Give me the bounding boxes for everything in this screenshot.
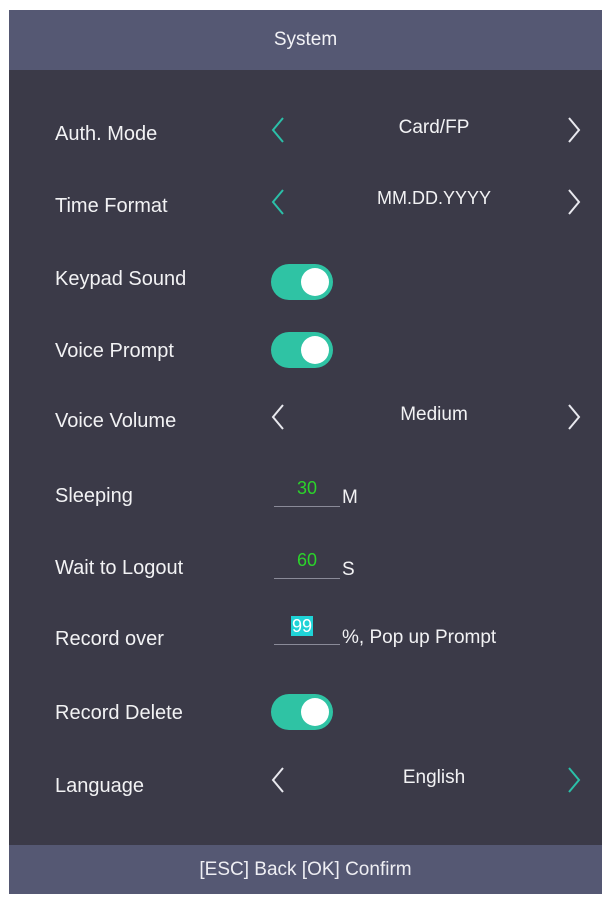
chevron-left-icon[interactable] xyxy=(269,402,287,432)
wait-logout-input[interactable]: 60 xyxy=(274,550,340,579)
record-delete-label: Record Delete xyxy=(55,702,183,724)
wait-logout-label: Wait to Logout xyxy=(55,557,184,579)
row-auth-mode[interactable]: Auth. Mode Card/FP xyxy=(9,115,602,155)
wait-logout-unit: S xyxy=(342,559,355,580)
header-bar: System xyxy=(9,10,602,70)
footer-bar: [ESC] Back [OK] Confirm xyxy=(9,845,602,894)
sleeping-label: Sleeping xyxy=(55,485,133,507)
time-format-label: Time Format xyxy=(55,195,168,217)
settings-screen: System Auth. Mode Card/FP Time Format MM… xyxy=(9,10,602,894)
chevron-right-icon[interactable] xyxy=(565,402,583,432)
chevron-left-icon[interactable] xyxy=(269,115,287,145)
chevron-right-icon[interactable] xyxy=(565,187,583,217)
record-over-input[interactable]: 99 xyxy=(274,616,340,645)
row-language[interactable]: Language English xyxy=(9,765,602,805)
voice-volume-label: Voice Volume xyxy=(55,410,177,432)
row-time-format[interactable]: Time Format MM.DD.YYYY xyxy=(9,187,602,227)
record-over-label: Record over xyxy=(55,628,164,650)
record-over-unit: %, Pop up Prompt xyxy=(342,627,497,648)
keypad-sound-toggle[interactable] xyxy=(271,264,333,300)
time-format-value: MM.DD.YYYY xyxy=(376,188,491,208)
row-voice-volume[interactable]: Voice Volume Medium xyxy=(9,402,602,442)
chevron-right-icon[interactable] xyxy=(565,765,583,795)
toggle-knob xyxy=(301,336,329,364)
record-over-value: 99 xyxy=(291,616,314,636)
auth-mode-label: Auth. Mode xyxy=(55,123,158,145)
voice-prompt-toggle[interactable] xyxy=(271,332,333,368)
row-sleeping[interactable]: Sleeping 30 M xyxy=(9,478,602,523)
toggle-knob xyxy=(301,268,329,296)
key-hint-text: [ESC] Back [OK] Confirm xyxy=(199,858,412,880)
row-wait-to-logout[interactable]: Wait to Logout 60 S xyxy=(9,550,602,595)
language-value: English xyxy=(402,767,466,788)
sleeping-unit: M xyxy=(342,487,358,508)
chevron-right-icon[interactable] xyxy=(565,115,583,145)
record-delete-toggle[interactable] xyxy=(271,694,333,730)
page-title: System xyxy=(273,29,338,50)
auth-mode-value: Card/FP xyxy=(398,117,470,138)
language-label: Language xyxy=(55,775,144,797)
voice-volume-value: Medium xyxy=(400,404,468,425)
toggle-knob xyxy=(301,698,329,726)
sleeping-input[interactable]: 30 xyxy=(274,478,340,507)
keypad-sound-label: Keypad Sound xyxy=(55,268,187,290)
row-keypad-sound[interactable]: Keypad Sound xyxy=(9,264,602,306)
row-record-over[interactable]: Record over 99 %, Pop up Prompt xyxy=(9,616,602,666)
chevron-left-icon[interactable] xyxy=(269,765,287,795)
row-voice-prompt[interactable]: Voice Prompt xyxy=(9,332,602,374)
row-record-delete[interactable]: Record Delete xyxy=(9,694,602,736)
voice-prompt-label: Voice Prompt xyxy=(55,340,174,362)
chevron-left-icon[interactable] xyxy=(269,187,287,217)
